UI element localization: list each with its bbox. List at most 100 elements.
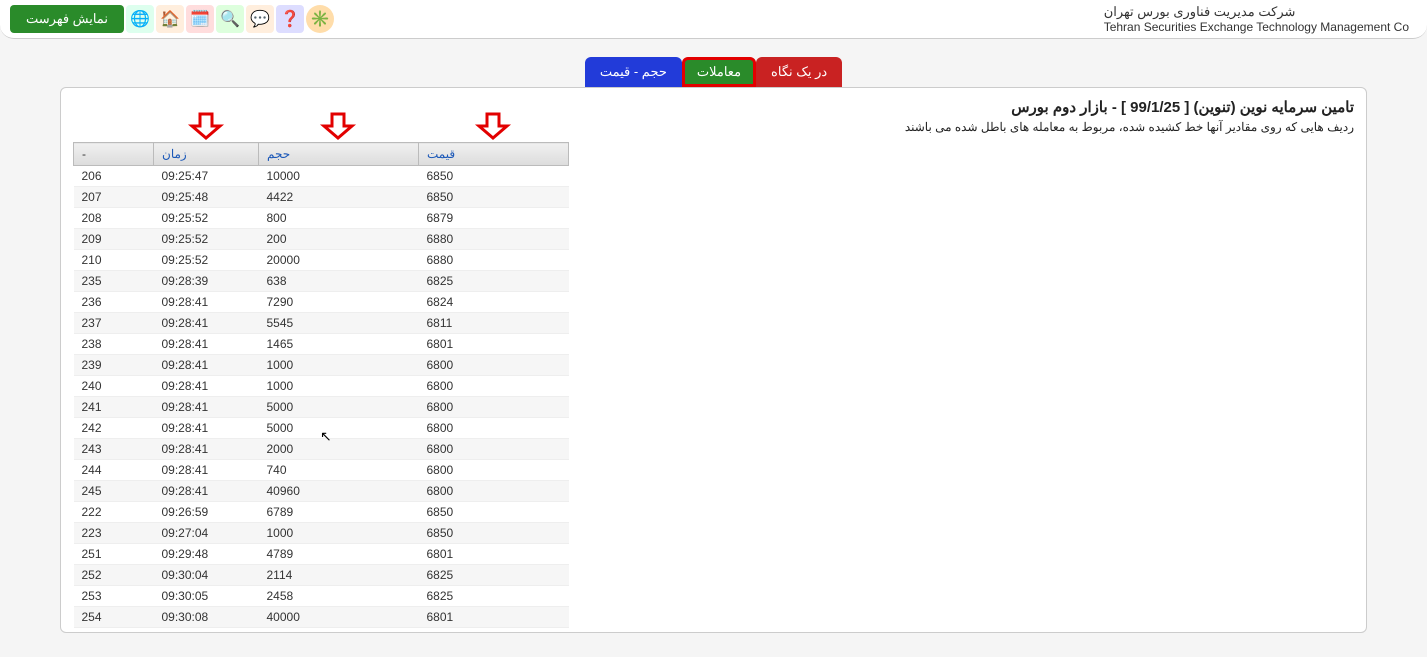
cell-price: 6825 [419,586,569,607]
cell-volume: 5000 [259,397,419,418]
cell-price: 6800 [419,418,569,439]
home-icon[interactable]: 🏠 [156,5,184,33]
content-panel: تامین سرمایه نوین (تنوین) [ 99/1/25 ] - … [60,87,1367,633]
chat-icon[interactable]: 💬 [246,5,274,33]
cell-price: 6825 [419,271,569,292]
cell-price: 6850 [419,166,569,187]
cell-price: 6800 [419,355,569,376]
cell-volume: 1465 [259,334,419,355]
table-row: 23809:28:4114656801 [74,334,569,355]
cell-time: 09:28:41 [154,334,259,355]
cell-price: 6824 [419,292,569,313]
cell-volume: 2114 [259,565,419,586]
table-row: 22209:26:5967896850 [74,502,569,523]
company-block: شرکت مدیریت فناوری بورس تهران Tehran Sec… [1096,2,1417,36]
table-row: 24009:28:4110006800 [74,376,569,397]
cell-price: 6850 [419,523,569,544]
show-list-button[interactable]: نمایش فهرست [10,5,124,33]
cell-idx: 237 [74,313,154,334]
cell-idx: 207 [74,187,154,208]
col-idx[interactable]: - [74,143,154,166]
cell-idx: 235 [74,271,154,292]
page-title: تامین سرمایه نوین (تنوین) [ 99/1/25 ] - … [73,96,1354,118]
table-row: 23509:28:396386825 [74,271,569,292]
cell-price: 6825 [419,565,569,586]
cell-volume: 6789 [259,502,419,523]
cell-idx: 242 [74,418,154,439]
col-price[interactable]: قیمت [419,143,569,166]
cell-time: 09:28:41 [154,439,259,460]
cell-idx: 251 [74,544,154,565]
cell-volume: 740 [259,460,419,481]
cell-time: 09:28:41 [154,481,259,502]
cell-time: 09:28:41 [154,397,259,418]
table-row: 24309:28:4120006800 [74,439,569,460]
cell-price: 6879 [419,208,569,229]
col-volume[interactable]: حجم [259,143,419,166]
grid-icon[interactable]: 🗓️ [186,5,214,33]
tab-volume-price[interactable]: حجم - قیمت [585,57,682,87]
globe-icon[interactable]: 🌐 [126,5,154,33]
cell-price: 6800 [419,439,569,460]
cell-idx: 209 [74,229,154,250]
table-row: 24409:28:417406800 [74,460,569,481]
cell-time: 09:25:48 [154,187,259,208]
cell-price: 6800 [419,397,569,418]
cell-volume: 1000 [259,523,419,544]
table-row: 25409:30:08400006801 [74,607,569,628]
cell-volume: 2000 [259,439,419,460]
cell-time: 09:27:04 [154,523,259,544]
tab-trades[interactable]: معاملات [682,57,756,87]
cell-time: 09:28:41 [154,355,259,376]
cell-idx: 253 [74,586,154,607]
table-row: 25209:30:0421146825 [74,565,569,586]
cell-volume: 4789 [259,544,419,565]
cell-idx: 238 [74,334,154,355]
cell-time: 09:28:41 [154,313,259,334]
cell-price: 6800 [419,481,569,502]
cell-price: 6850 [419,187,569,208]
cell-idx: 243 [74,439,154,460]
cell-volume: 10000 [259,166,419,187]
cell-price: 6850 [419,502,569,523]
toolbar: نمایش فهرست 🌐 🏠 🗓️ 🔍 💬 ❓ ✳️ [10,5,334,33]
cell-time: 09:28:41 [154,418,259,439]
cell-time: 09:28:41 [154,460,259,481]
cell-time: 09:30:08 [154,607,259,628]
table-row: 25309:30:0524586825 [74,586,569,607]
search-icon[interactable]: 🔍 [216,5,244,33]
table-row: 24209:28:4150006800 [74,418,569,439]
cell-price: 6880 [419,229,569,250]
table-row: 23609:28:4172906824 [74,292,569,313]
cell-price: 6801 [419,607,569,628]
cell-volume: 5000 [259,418,419,439]
company-fa: شرکت مدیریت فناوری بورس تهران [1104,4,1409,20]
new-icon[interactable]: ✳️ [306,5,334,33]
table-row: 20909:25:522006880 [74,229,569,250]
cell-time: 09:28:39 [154,271,259,292]
cell-idx: 210 [74,250,154,271]
cell-volume: 800 [259,208,419,229]
cell-volume: 638 [259,271,419,292]
cell-time: 09:29:48 [154,544,259,565]
table-row: 24509:28:41409606800 [74,481,569,502]
table-row: 21009:25:52200006880 [74,250,569,271]
cell-idx: 223 [74,523,154,544]
table-row: 23709:28:4155456811 [74,313,569,334]
cell-time: 09:25:52 [154,250,259,271]
trades-table: - زمان حجم قیمت 20609:25:471000068502070… [73,142,569,628]
cell-idx: 222 [74,502,154,523]
cell-price: 6811 [419,313,569,334]
help-icon[interactable]: ❓ [276,5,304,33]
table-wrap: - زمان حجم قیمت 20609:25:471000068502070… [73,142,1354,628]
cell-volume: 40960 [259,481,419,502]
page-note: ردیف هایی که روی مقادیر آنها خط کشیده شد… [73,118,1354,142]
table-row: 25109:29:4847896801 [74,544,569,565]
cell-volume: 40000 [259,607,419,628]
cell-time: 09:26:59 [154,502,259,523]
cell-idx: 206 [74,166,154,187]
tab-glance[interactable]: در یک نگاه [756,57,842,87]
table-row: 23909:28:4110006800 [74,355,569,376]
col-time[interactable]: زمان [154,143,259,166]
cell-idx: 245 [74,481,154,502]
